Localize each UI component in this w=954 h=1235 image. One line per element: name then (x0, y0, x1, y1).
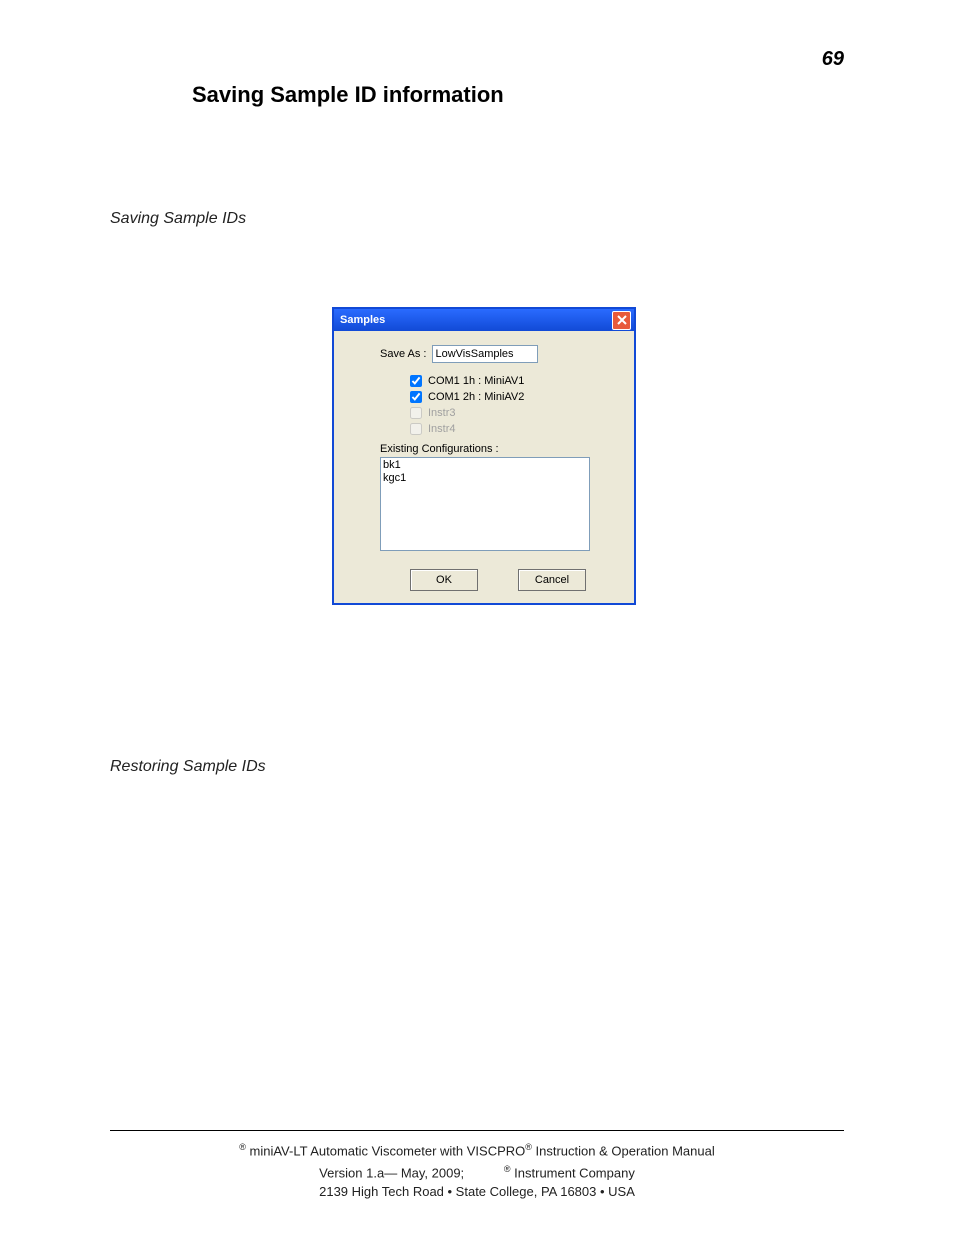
checkbox-instr4 (410, 423, 422, 435)
checkbox-label: Instr4 (428, 423, 456, 435)
checkbox-row-3: Instr4 (410, 423, 616, 435)
close-button[interactable] (612, 311, 631, 330)
checkbox-row-1: COM1 2h : MiniAV2 (410, 391, 616, 403)
footer-line-3: 2139 High Tech Road • State College, PA … (110, 1183, 844, 1201)
registered-icon: ® (525, 1142, 532, 1152)
checkbox-com1-1h[interactable] (410, 375, 422, 387)
ok-button[interactable]: OK (410, 569, 478, 591)
list-item[interactable]: kgc1 (383, 472, 587, 485)
footer-text: Instruction & Operation Manual (532, 1143, 715, 1158)
footer-text: Version 1.a— May, 2009; (319, 1166, 464, 1181)
list-item[interactable]: bk1 (383, 459, 587, 472)
save-as-label: Save As : (380, 348, 426, 360)
page-number: 69 (822, 48, 844, 71)
footer: ® miniAV-LT Automatic Viscometer with VI… (110, 1138, 844, 1201)
registered-icon: ® (504, 1164, 511, 1174)
checkbox-com1-2h[interactable] (410, 391, 422, 403)
checkbox-instr3 (410, 407, 422, 419)
footer-text: miniAV-LT Automatic Viscometer with VISC… (246, 1143, 525, 1158)
dialog-titlebar[interactable]: Samples (334, 309, 634, 331)
footer-text: Instrument Company (511, 1166, 635, 1181)
existing-configs-listbox[interactable]: bk1 kgc1 (380, 457, 590, 551)
footer-line-1: ® miniAV-LT Automatic Viscometer with VI… (110, 1138, 844, 1160)
checkbox-label: Instr3 (428, 407, 456, 419)
checkbox-label: COM1 1h : MiniAV1 (428, 375, 524, 387)
footer-rule (110, 1130, 844, 1131)
close-icon (617, 315, 627, 325)
footer-line-2: Version 1.a— May, 2009; ® Instrument Com… (110, 1160, 844, 1182)
subheading-saving: Saving Sample IDs (110, 210, 246, 228)
button-row: OK Cancel (380, 569, 616, 591)
checkbox-row-0: COM1 1h : MiniAV1 (410, 375, 616, 387)
registered-icon: ® (239, 1142, 246, 1152)
subheading-restoring: Restoring Sample IDs (110, 758, 266, 776)
dialog-body: Save As : COM1 1h : MiniAV1 COM1 2h : Mi… (334, 331, 634, 603)
save-as-row: Save As : (380, 345, 616, 363)
save-as-input[interactable] (432, 345, 538, 363)
checkbox-label: COM1 2h : MiniAV2 (428, 391, 524, 403)
dialog-title: Samples (340, 314, 385, 326)
section-heading: Saving Sample ID information (192, 82, 504, 108)
checkbox-row-2: Instr3 (410, 407, 616, 419)
existing-configs-label: Existing Configurations : (380, 443, 616, 455)
cancel-button[interactable]: Cancel (518, 569, 586, 591)
samples-dialog: Samples Save As : COM1 1h : MiniAV1 COM1… (332, 307, 636, 605)
